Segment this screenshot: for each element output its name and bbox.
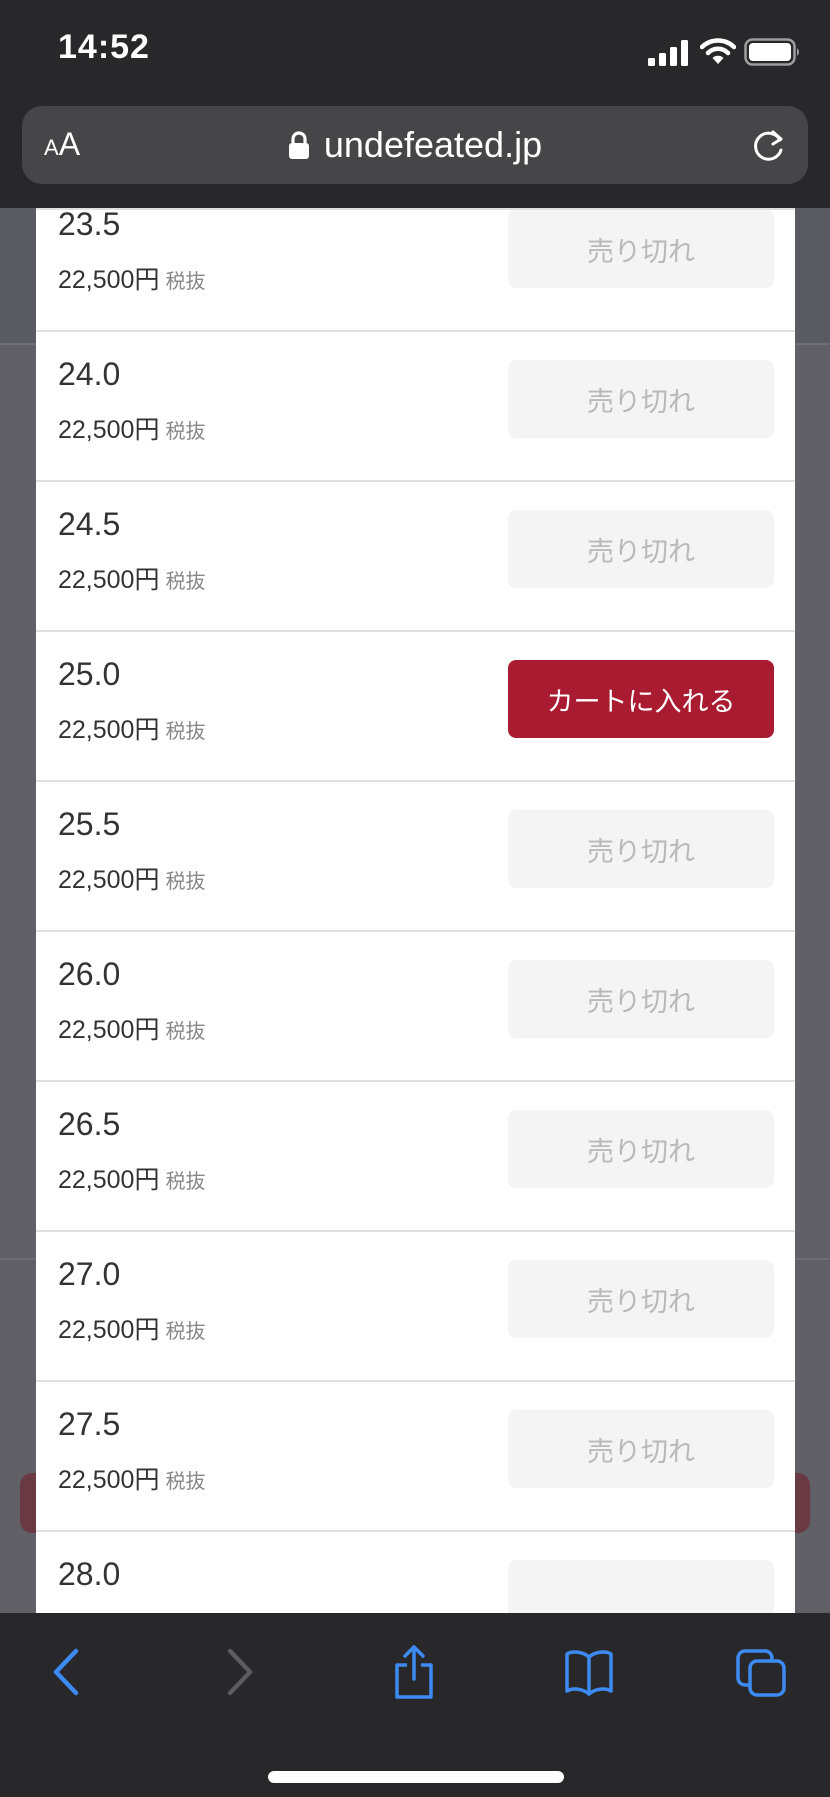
battery-icon	[744, 38, 799, 66]
tax-label: 税抜	[165, 571, 206, 593]
price-line: 22,500円 税抜	[58, 860, 205, 896]
size-value: 25.5	[58, 806, 121, 842]
size-row: 28.0	[36, 1532, 795, 1615]
size-row: 27.5 22,500円 税抜 売り切れ	[36, 1382, 795, 1532]
price-line: 22,500円 税抜	[58, 1310, 205, 1346]
back-icon[interactable]	[42, 1645, 92, 1699]
status-time: 14:52	[58, 28, 150, 66]
size-value: 27.5	[58, 1406, 121, 1442]
sold-out-button: 売り切れ	[508, 510, 774, 588]
tax-label: 税抜	[165, 721, 206, 743]
address-bar[interactable]: AA undefeated.jp	[22, 106, 808, 184]
size-row: 25.0 22,500円 税抜 カートに入れる	[36, 632, 795, 782]
size-row: 25.5 22,500円 税抜 売り切れ	[36, 782, 795, 932]
sold-out-button: 売り切れ	[508, 960, 774, 1038]
price: 22,500円	[58, 416, 160, 444]
wifi-icon	[700, 38, 736, 64]
share-icon[interactable]	[389, 1645, 439, 1699]
sold-out-button	[508, 1560, 774, 1615]
size-value: 24.0	[58, 356, 121, 392]
tabs-icon[interactable]	[736, 1645, 786, 1699]
size-row: 24.5 22,500円 税抜 売り切れ	[36, 482, 795, 632]
sold-out-button: 売り切れ	[508, 1110, 774, 1188]
sold-out-button: 売り切れ	[508, 360, 774, 438]
url-display: undefeated.jp	[22, 106, 808, 184]
sold-out-button: 売り切れ	[508, 1410, 774, 1488]
size-value: 24.5	[58, 506, 121, 542]
size-selection-modal: 23.5 22,500円 税抜 売り切れ 24.0 22,500円 税抜 売り切れ …	[36, 208, 795, 1615]
sold-out-button: 売り切れ	[508, 1260, 774, 1338]
forward-icon[interactable]	[214, 1645, 264, 1699]
price: 22,500円	[58, 1466, 160, 1494]
price: 22,500円	[58, 266, 160, 294]
tax-label: 税抜	[165, 1171, 206, 1193]
tax-label: 税抜	[165, 421, 206, 443]
size-row: 27.0 22,500円 税抜 売り切れ	[36, 1232, 795, 1382]
add-to-cart-button[interactable]: カートに入れる	[508, 660, 774, 738]
size-value: 23.5	[58, 208, 121, 242]
price-line: 22,500円 税抜	[58, 1160, 205, 1196]
lock-icon	[288, 131, 309, 159]
size-value: 27.0	[58, 1256, 121, 1292]
size-row: 24.0 22,500円 税抜 売り切れ	[36, 332, 795, 482]
price: 22,500円	[58, 866, 160, 894]
price: 22,500円	[58, 1166, 160, 1194]
size-value: 28.0	[58, 1556, 121, 1592]
price: 22,500円	[58, 566, 160, 594]
sold-out-button: 売り切れ	[508, 810, 774, 888]
size-value: 26.0	[58, 956, 121, 992]
price-line: 22,500円 税抜	[58, 1010, 205, 1046]
tax-label: 税抜	[165, 271, 206, 293]
size-row: 26.5 22,500円 税抜 売り切れ	[36, 1082, 795, 1232]
sold-out-button: 売り切れ	[508, 210, 774, 288]
size-value: 26.5	[58, 1106, 121, 1142]
url-text: undefeated.jp	[323, 124, 543, 165]
tax-label: 税抜	[165, 871, 206, 893]
tax-label: 税抜	[165, 1321, 206, 1343]
size-row: 23.5 22,500円 税抜 売り切れ	[36, 208, 795, 332]
cellular-signal-icon	[648, 40, 688, 66]
price-line: 22,500円 税抜	[58, 1460, 205, 1496]
bookmarks-icon[interactable]	[564, 1645, 614, 1699]
size-value: 25.0	[58, 656, 121, 692]
price: 22,500円	[58, 1016, 160, 1044]
price-line: 22,500円 税抜	[58, 260, 205, 296]
reload-icon[interactable]	[750, 126, 788, 164]
price-line: 22,500円 税抜	[58, 410, 205, 446]
status-bar: 14:52	[0, 0, 830, 100]
browser-toolbar	[0, 1613, 830, 1797]
price: 22,500円	[58, 716, 160, 744]
home-indicator	[268, 1771, 564, 1783]
tax-label: 税抜	[165, 1021, 206, 1043]
size-row: 26.0 22,500円 税抜 売り切れ	[36, 932, 795, 1082]
price-line: 22,500円 税抜	[58, 710, 205, 746]
price: 22,500円	[58, 1316, 160, 1344]
price-line: 22,500円 税抜	[58, 560, 205, 596]
tax-label: 税抜	[165, 1471, 206, 1493]
